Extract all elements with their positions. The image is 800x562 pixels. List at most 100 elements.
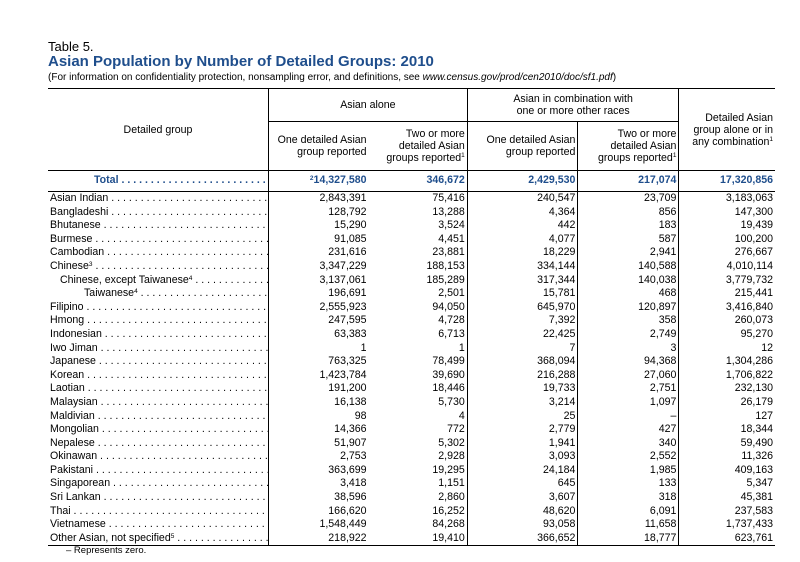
table-cell: 2,751: [577, 382, 679, 396]
table-title: Asian Population by Number of Detailed G…: [48, 53, 434, 70]
header-detailed-group: Detailed group: [48, 88, 269, 171]
row-name: Okinawan: [50, 450, 98, 463]
table-cell: 2,555,923: [267, 300, 369, 315]
row-label: Pakistani . . . . . . . . . . . . . . . …: [48, 464, 269, 478]
table-total-row: Total . . . . . . . . . . . . . . . . . …: [48, 170, 775, 192]
table-cell: 17,320,856: [678, 170, 775, 192]
table-cell: 1,097: [577, 395, 679, 410]
table-cell: 4,728: [438, 314, 465, 327]
row-label: Laotian . . . . . . . . . . . . . . . . …: [48, 382, 269, 396]
row-name: Japanese: [50, 355, 96, 368]
table-cell: 2,860: [438, 491, 465, 504]
table-cell: 215,441: [678, 287, 775, 301]
table-cell: 317,344: [466, 273, 578, 288]
row-name: Asian Indian: [50, 192, 109, 204]
row-label: Bangladeshi . . . . . . . . . . . . . . …: [48, 206, 269, 220]
leader-dots: . . . . . . . . . . . . . . . . . . . . …: [107, 246, 268, 259]
table-subtitle: (For information on confidentiality prot…: [48, 72, 616, 83]
row-label: Korean . . . . . . . . . . . . . . . . .…: [48, 369, 269, 383]
leader-dots: . . . . . . . . . . . . . . . . . . . . …: [108, 518, 269, 531]
table-row: Burmese . . . . . . . . . . . . . . . . …: [48, 232, 775, 247]
row-label: Singaporean . . . . . . . . . . . . . . …: [48, 477, 269, 491]
table-cell: 368,094: [466, 355, 578, 369]
table-cell: 196,691: [267, 287, 369, 301]
subtitle-prefix: (For information on confidentiality prot…: [48, 72, 423, 83]
row-label: Thai . . . . . . . . . . . . . . . . . .…: [48, 505, 269, 519]
table-row: Japanese . . . . . . . . . . . . . . . .…: [48, 355, 775, 369]
subtitle-suffix: ): [612, 72, 617, 83]
table-cell: 2,753: [267, 450, 369, 464]
table-cell: 23,881: [432, 246, 465, 259]
row-name: Bhutanese: [50, 219, 101, 232]
table-label: Table 5.: [48, 39, 94, 54]
footnote-marker: 5: [170, 532, 175, 540]
document-page: Table 5. Asian Population by Number of D…: [0, 0, 800, 562]
row-name: Sri Lankan: [50, 491, 101, 504]
table-cell: 4: [458, 409, 465, 422]
row-name: Mongolian: [50, 423, 99, 436]
table-cell: 6,713: [438, 327, 465, 340]
leader-dots: . . . . . . . . . . . . . . . . . . . . …: [113, 477, 268, 490]
leader-dots: . . . . . . . . . . . . . . . . . . . . …: [111, 205, 268, 218]
table-cell: 1,706,822: [678, 368, 775, 383]
leader-dots: . . . . . . . . . . . . . . . . . . . . …: [95, 232, 268, 245]
table-cell: 22,425: [466, 327, 578, 342]
row-label: Bhutanese . . . . . . . . . . . . . . . …: [48, 219, 269, 233]
table-cell: 237,583: [678, 504, 775, 519]
data-table: Detailed group Asian alone Asian in comb…: [48, 88, 775, 547]
table-cell: 2,501: [438, 287, 465, 300]
table-cell: 2,779: [466, 423, 578, 437]
table-cell: 25: [466, 409, 578, 424]
row-label: Sri Lankan . . . . . . . . . . . . . . .…: [48, 491, 269, 505]
table-cell: 15,781: [466, 287, 578, 301]
footnote-marker: 3: [88, 260, 93, 268]
header-alone-one-group: One detailed Asian group reported: [267, 121, 369, 171]
row-label: Vietnamese . . . . . . . . . . . . . . .…: [48, 518, 269, 532]
leader-dots: . . . . . . . . . . . . . . . . . . . . …: [100, 395, 269, 408]
table-cell: 19,439: [678, 219, 775, 233]
table-cell: 19,733: [466, 382, 578, 396]
table-row: Hmong . . . . . . . . . . . . . . . . . …: [48, 314, 775, 328]
table-cell: 3,779,732: [678, 273, 775, 288]
footnote-marker: 4: [134, 288, 138, 296]
table-cell: 51,907: [267, 436, 369, 451]
table-cell: 11,658: [577, 518, 679, 532]
table-row: Other Asian, not specified5 . . . . . . …: [48, 531, 775, 547]
table-cell: 340: [577, 436, 679, 451]
table-row: Chinese3 . . . . . . . . . . . . . . . .…: [48, 259, 775, 274]
table-cell: 18,229: [466, 246, 578, 260]
table-cell: 5,730: [438, 395, 465, 408]
row-label: Japanese . . . . . . . . . . . . . . . .…: [48, 355, 269, 369]
row-name: Hmong: [50, 314, 85, 327]
table-cell: 6,091: [577, 504, 679, 519]
table-cell: 5,347: [678, 477, 775, 492]
table-cell: 24,184: [466, 463, 578, 478]
table-cell: 3,093: [466, 450, 578, 464]
table-cell: 3,214: [466, 395, 578, 410]
table-cell: 18,344: [678, 423, 775, 437]
table-cell: 4,010,114: [678, 259, 775, 274]
table-cell: 23,709: [577, 191, 679, 206]
table-cell: 63,383: [267, 327, 369, 342]
table-cell: 442: [466, 219, 578, 233]
row-name: Indonesian: [50, 327, 102, 340]
table-cell: 260,073: [678, 314, 775, 328]
row-name: Iwo Jiman: [50, 341, 98, 354]
row-name: Total: [94, 174, 119, 187]
table-row: Asian Indian . . . . . . . . . . . . . .…: [48, 191, 775, 206]
leader-dots: . . . . . . . . . . . . . . . . . . . . …: [104, 327, 269, 340]
row-name: Thai: [50, 504, 71, 517]
table-row: Mongolian . . . . . . . . . . . . . . . …: [48, 423, 775, 437]
leader-dots: . . . . . . . . . . . . . . . . . . . . …: [140, 287, 269, 300]
row-name: Korean: [50, 368, 85, 381]
table-cell: 140,038: [577, 273, 679, 288]
header-alone-two-or-more: Two or more detailed Asian groups report…: [368, 121, 468, 171]
table-row: Filipino . . . . . . . . . . . . . . . .…: [48, 300, 775, 315]
table-cell: 3: [577, 341, 679, 356]
table-cell: 366,652: [466, 531, 578, 547]
table-row: Bangladeshi . . . . . . . . . . . . . . …: [48, 205, 775, 220]
leader-dots: . . . . . . . . . . . . . . . . . . . . …: [103, 219, 269, 232]
table-cell: 128,792: [267, 205, 369, 220]
table-cell: 5,302: [438, 436, 465, 449]
table-cell: 3,607: [466, 491, 578, 505]
